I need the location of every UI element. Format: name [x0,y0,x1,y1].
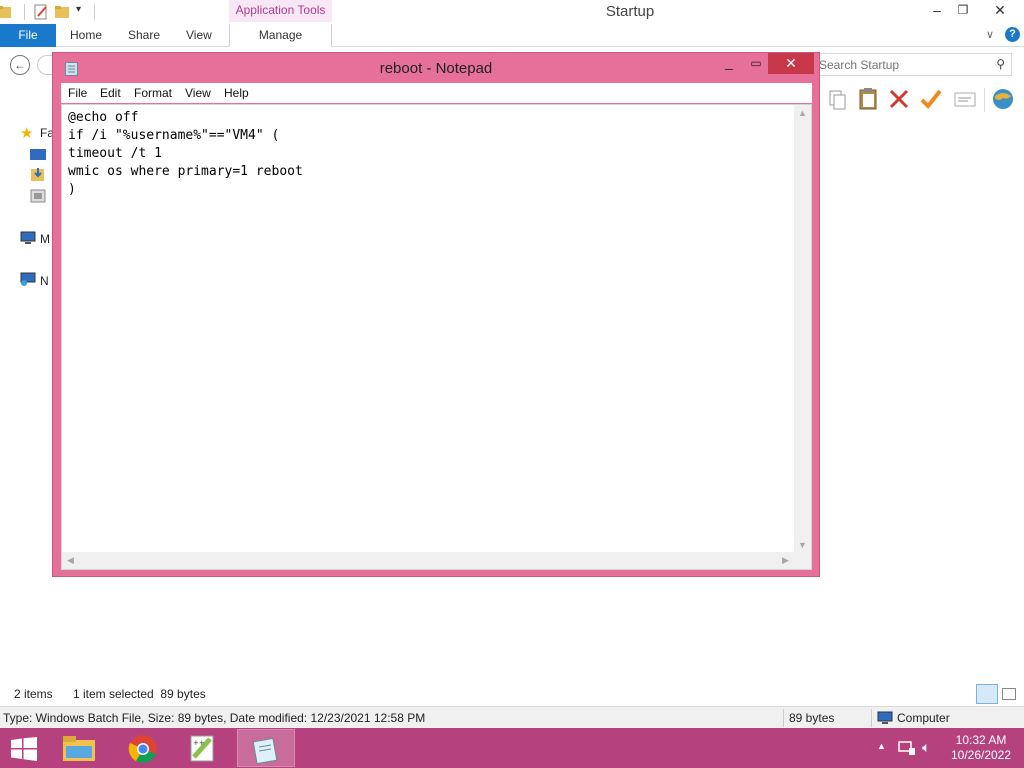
paste-icon[interactable] [856,86,882,112]
file-explorer-icon [63,736,95,761]
resize-grip-icon[interactable] [794,552,811,569]
nav-item-computer[interactable]: M [40,232,50,246]
network-status-icon[interactable] [898,740,916,756]
taskbar-notepad[interactable] [237,729,295,767]
scroll-right-icon[interactable]: ▶ [777,552,794,569]
rename-check-icon[interactable] [918,86,944,112]
file-size: 89 bytes [789,711,835,725]
expand-ribbon-icon[interactable]: ∨ [986,28,994,41]
search-icon[interactable]: ⚲ [996,57,1005,71]
notepad-icon [252,737,278,764]
notepad-content[interactable]: @echo off if /i "%username%"=="VM4" ( ti… [68,109,303,199]
restore-button[interactable]: ❐ [950,0,976,22]
selection-info: 1 item selected 89 bytes [73,687,206,701]
menu-file[interactable]: File [68,86,87,100]
search-input[interactable] [813,54,983,75]
tab-manage[interactable]: Manage [229,24,332,47]
clock-time: 10:32 AM [955,733,1007,747]
volume-icon[interactable]: 🔈︎ [922,739,930,756]
downloads-icon[interactable] [30,166,46,182]
menu-view[interactable]: View [185,86,211,100]
network-globe-icon[interactable] [990,86,1016,112]
location-label: Computer [897,711,950,725]
divider [984,88,985,112]
nav-item-network[interactable]: N [40,274,49,288]
clock[interactable]: 10:32 AM 10/26/2022 [944,733,1018,763]
notepad-menubar: File Edit Format View Help [61,83,812,103]
explorer-title-bar: ▾ Application Tools Startup – ❐ ✕ [0,0,1024,24]
back-arrow-icon[interactable]: ← [10,55,30,75]
status-bar: 2 items 1 item selected 89 bytes [0,684,1024,704]
horizontal-scrollbar[interactable]: ◀ ▶ [62,552,794,569]
notepad-window: reboot - Notepad _ ▭ ✕ File Edit Format … [52,52,820,577]
notepad-minimize-button[interactable]: _ [716,55,742,73]
details-bar: Type: Windows Batch File, Size: 89 bytes… [0,706,1024,728]
forward-arrow-icon[interactable] [37,55,53,75]
search-box[interactable]: ⚲ [812,53,1012,76]
start-button[interactable] [0,729,48,767]
tab-view[interactable]: View [186,24,212,47]
divider [783,709,784,727]
notepad-title-bar[interactable]: reboot - Notepad _ ▭ ✕ [53,53,819,83]
scroll-left-icon[interactable]: ◀ [62,552,79,569]
svg-text:++: ++ [193,739,205,747]
navigation-pane: ★ Fa M N [0,118,54,678]
properties-icon[interactable] [33,4,49,20]
ribbon-tabs: File Home Share View ∨ ? [0,24,1024,47]
favorites-star-icon[interactable]: ★ [20,124,33,142]
item-count: 2 items [14,687,53,701]
clock-date: 10/26/2022 [950,748,1012,762]
folder-icon [0,6,11,18]
window-title: Startup [605,3,655,20]
tab-file[interactable]: File [0,24,56,47]
computer-icon[interactable] [20,231,36,245]
desktop-icon[interactable] [30,148,46,162]
network-icon[interactable] [20,272,36,286]
menu-edit[interactable]: Edit [100,86,121,100]
recent-places-icon[interactable] [30,188,46,204]
notepadplusplus-icon: ++ [190,735,214,762]
taskbar-notepadplusplus[interactable]: ++ [174,729,232,767]
tab-manage-label: Manage [258,28,303,42]
tab-home[interactable]: Home [70,24,102,47]
large-icons-view-icon[interactable] [1002,688,1016,700]
chrome-icon [128,735,157,763]
show-hidden-icons-icon[interactable]: ▲ [877,741,886,751]
notepad-text-area[interactable]: @echo off if /i "%username%"=="VM4" ( ti… [61,104,812,570]
file-details: Type: Windows Batch File, Size: 89 bytes… [3,711,426,725]
properties-card-icon[interactable] [952,86,978,112]
scroll-up-icon[interactable]: ▲ [794,105,811,122]
close-button[interactable]: ✕ [980,0,1020,22]
qat-dropdown-icon[interactable]: ▾ [76,4,81,15]
taskbar-chrome[interactable] [114,729,172,767]
new-folder-icon[interactable] [54,4,70,20]
notepad-title: reboot - Notepad [379,60,493,77]
help-icon[interactable]: ? [1005,27,1020,42]
minimize-button[interactable]: – [924,0,950,22]
divider [94,4,95,20]
divider [871,709,872,727]
copy-icon[interactable] [824,86,850,112]
notepad-maximize-button[interactable]: ▭ [743,55,769,73]
menu-format[interactable]: Format [134,86,172,100]
notepad-close-button[interactable]: ✕ [768,53,814,74]
computer-icon [877,711,893,724]
start-icon [11,737,37,761]
divider [24,4,25,20]
taskbar-file-explorer[interactable] [50,729,108,767]
menu-help[interactable]: Help [224,86,249,100]
delete-icon[interactable] [886,86,912,112]
tab-share[interactable]: Share [128,24,160,47]
application-tools-tab: Application Tools [229,0,332,22]
toolbar-icons [824,86,1024,114]
vertical-scrollbar[interactable]: ▲ ▼ [794,105,811,554]
details-view-icon[interactable] [976,684,998,704]
